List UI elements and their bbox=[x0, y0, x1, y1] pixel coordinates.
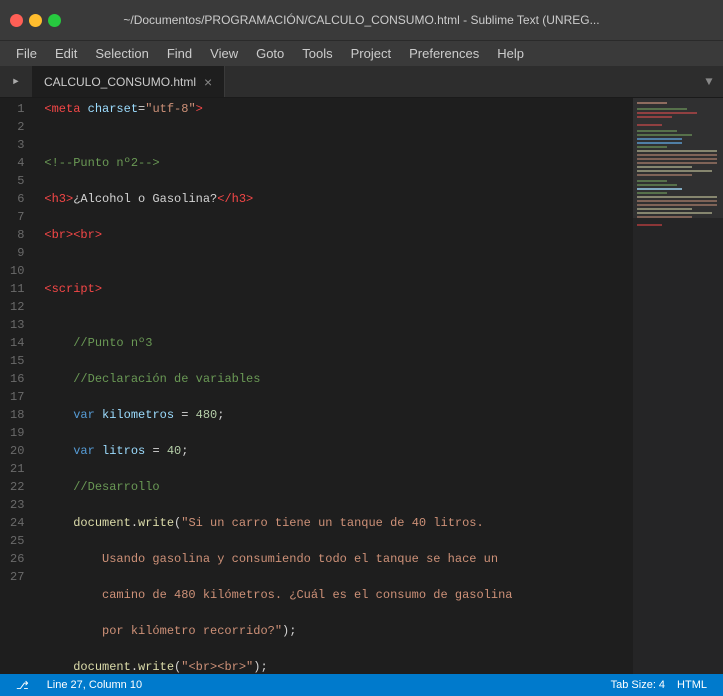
title-bar: ~/Documentos/PROGRAMACIÓN/CALCULO_CONSUM… bbox=[0, 0, 723, 40]
tab-bar: ▸ CALCULO_CONSUMO.html × ▼ bbox=[0, 66, 723, 98]
code-editor[interactable]: <meta charset="utf-8"> <!--Punto nº2--> … bbox=[40, 98, 633, 674]
code-content: <meta charset="utf-8"> <!--Punto nº2--> … bbox=[44, 100, 633, 674]
tab-filename: CALCULO_CONSUMO.html bbox=[44, 75, 196, 89]
editor-tab[interactable]: CALCULO_CONSUMO.html × bbox=[32, 66, 225, 97]
menu-view[interactable]: View bbox=[202, 44, 246, 63]
minimize-button[interactable] bbox=[29, 14, 42, 27]
line-num-11: 11 bbox=[10, 280, 32, 298]
line-num-23: 23 bbox=[10, 496, 32, 514]
menu-tools[interactable]: Tools bbox=[294, 44, 340, 63]
line-num-25: 25 bbox=[10, 532, 32, 550]
git-branch-icon: ⎇ bbox=[10, 679, 35, 692]
line-num-3: 3 bbox=[10, 136, 32, 154]
line-num-8: 8 bbox=[10, 226, 32, 244]
close-button[interactable] bbox=[10, 14, 23, 27]
line-num-16: 16 bbox=[10, 370, 32, 388]
line-num-24: 24 bbox=[10, 514, 32, 532]
line-num-1: 1 bbox=[10, 100, 32, 118]
line-num-27: 27 bbox=[10, 568, 32, 586]
line-num-7: 7 bbox=[10, 208, 32, 226]
line-num-13: 13 bbox=[10, 316, 32, 334]
menu-goto[interactable]: Goto bbox=[248, 44, 292, 63]
maximize-button[interactable] bbox=[48, 14, 61, 27]
line-num-21: 21 bbox=[10, 460, 32, 478]
menu-edit[interactable]: Edit bbox=[47, 44, 85, 63]
status-left: ⎇ Line 27, Column 10 bbox=[10, 679, 148, 692]
minimap-visual bbox=[633, 98, 723, 674]
line-num-19: 19 bbox=[10, 424, 32, 442]
editor-container: 1 2 3 4 5 6 7 8 9 10 11 12 13 14 15 16 1… bbox=[0, 98, 723, 674]
line-num-10: 10 bbox=[10, 262, 32, 280]
tab-size-info[interactable]: Tab Size: 4 bbox=[605, 679, 671, 691]
menu-preferences[interactable]: Preferences bbox=[401, 44, 487, 63]
syntax-info[interactable]: HTML bbox=[671, 679, 713, 691]
line-numbers: 1 2 3 4 5 6 7 8 9 10 11 12 13 14 15 16 1… bbox=[0, 98, 40, 674]
line-num-18: 18 bbox=[10, 406, 32, 424]
menu-help[interactable]: Help bbox=[489, 44, 532, 63]
menu-project[interactable]: Project bbox=[343, 44, 399, 63]
line-column-info[interactable]: Line 27, Column 10 bbox=[41, 679, 148, 691]
menu-selection[interactable]: Selection bbox=[87, 44, 156, 63]
menu-file[interactable]: File bbox=[8, 44, 45, 63]
window-title: ~/Documentos/PROGRAMACIÓN/CALCULO_CONSUM… bbox=[0, 13, 723, 27]
sidebar-toggle[interactable]: ▸ bbox=[0, 66, 32, 97]
line-num-22: 22 bbox=[10, 478, 32, 496]
line-num-17: 17 bbox=[10, 388, 32, 406]
minimap bbox=[633, 98, 723, 674]
traffic-lights bbox=[10, 14, 61, 27]
line-num-15: 15 bbox=[10, 352, 32, 370]
status-right: Tab Size: 4 HTML bbox=[605, 679, 713, 691]
line-num-26: 26 bbox=[10, 550, 32, 568]
line-num-20: 20 bbox=[10, 442, 32, 460]
line-num-2: 2 bbox=[10, 118, 32, 136]
line-num-12: 12 bbox=[10, 298, 32, 316]
line-num-4: 4 bbox=[10, 154, 32, 172]
line-num-14: 14 bbox=[10, 334, 32, 352]
status-bar: ⎇ Line 27, Column 10 Tab Size: 4 HTML bbox=[0, 674, 723, 696]
menu-bar: File Edit Selection Find View Goto Tools… bbox=[0, 40, 723, 66]
tab-close-button[interactable]: × bbox=[204, 74, 212, 90]
line-num-5: 5 bbox=[10, 172, 32, 190]
line-num-6: 6 bbox=[10, 190, 32, 208]
line-num-9: 9 bbox=[10, 244, 32, 262]
menu-find[interactable]: Find bbox=[159, 44, 200, 63]
minimap-toggle[interactable]: ▼ bbox=[695, 66, 723, 97]
